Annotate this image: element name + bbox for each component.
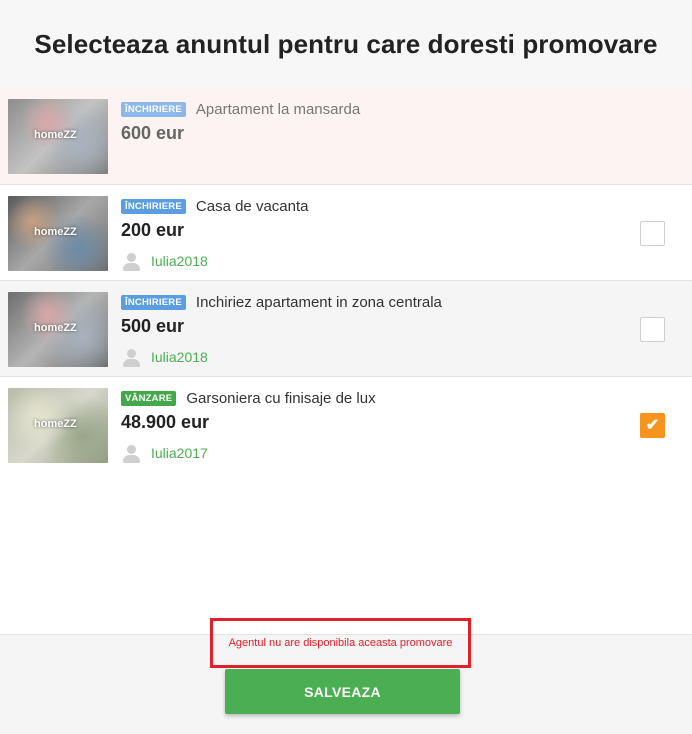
listing-select-checkbox[interactable]: ✔ <box>640 413 665 438</box>
listing-type-badge: ÎNCHIRIERE <box>121 294 186 310</box>
save-button[interactable]: SALVEAZA <box>225 669 460 714</box>
listing-username[interactable]: Iulia2017 <box>151 445 208 461</box>
listing-type-badge: ÎNCHIRIERE <box>121 101 186 117</box>
homezz-logo: homeZZ <box>34 129 77 141</box>
homezz-logo: homeZZ <box>34 322 77 334</box>
listing-type-badge: ÎNCHIRIERE <box>121 198 186 214</box>
homezz-logo: homeZZ <box>34 226 77 238</box>
listing-type-badge: VÂNZARE <box>121 390 177 406</box>
listing-item[interactable]: homeZZ VÂNZARE Garsoniera cu finisaje de… <box>0 377 692 473</box>
user-avatar-icon <box>121 443 141 463</box>
listing-thumbnail: homeZZ <box>8 388 108 463</box>
listing-title: Casa de vacanta <box>195 197 309 215</box>
listing-username[interactable]: Iulia2018 <box>151 253 208 269</box>
listing-select-checkbox[interactable] <box>640 317 665 342</box>
user-avatar-icon <box>121 347 141 367</box>
listing-item[interactable]: homeZZ ÎNCHIRIERE Inchiriez apartament i… <box>0 281 692 377</box>
user-avatar-icon <box>121 251 141 271</box>
listing-price: 500 eur <box>121 316 185 336</box>
page-title: Selecteaza anuntul pentru care doresti p… <box>34 28 658 59</box>
listing-title: Apartament la mansarda <box>195 100 361 118</box>
listing-list: homeZZ ÎNCHIRIERE Apartament la mansarda… <box>0 88 692 473</box>
listing-select-checkbox[interactable] <box>640 221 665 246</box>
warning-text: Agentul nu are disponibila aceasta promo… <box>228 637 453 649</box>
listing-title: Garsoniera cu finisaje de lux <box>186 389 376 407</box>
listing-thumbnail: homeZZ <box>8 196 108 271</box>
listing-thumbnail: homeZZ <box>8 292 108 367</box>
listing-price: 200 eur <box>121 220 185 240</box>
listing-thumbnail: homeZZ <box>8 99 108 174</box>
listing-username[interactable]: Iulia2018 <box>151 349 208 365</box>
listing-price: 600 eur <box>121 123 185 143</box>
homezz-logo: homeZZ <box>34 418 77 430</box>
page-header: Selecteaza anuntul pentru care doresti p… <box>0 0 692 89</box>
promotion-unavailable-warning: Agentul nu are disponibila aceasta promo… <box>210 618 471 668</box>
checkmark-icon: ✔ <box>645 416 660 434</box>
listing-price: 48.900 eur <box>121 412 210 432</box>
listing-title: Inchiriez apartament in zona centrala <box>195 293 442 311</box>
listing-item: homeZZ ÎNCHIRIERE Apartament la mansarda… <box>0 88 692 185</box>
listing-item[interactable]: homeZZ ÎNCHIRIERE Casa de vacanta 200 eu… <box>0 185 692 281</box>
